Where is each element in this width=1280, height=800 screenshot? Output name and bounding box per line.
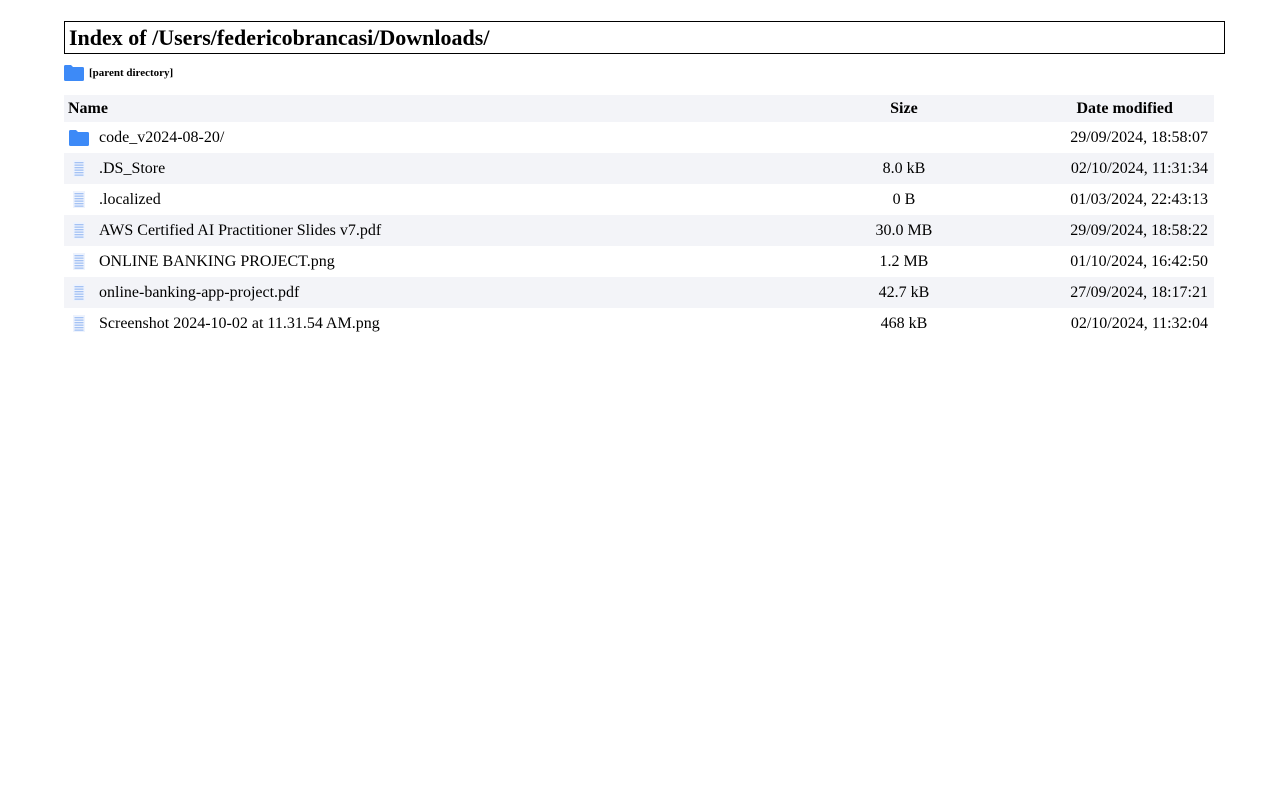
column-header-name[interactable]: Name: [64, 95, 786, 122]
table-row: online-banking-app-project.pdf 42.7 kB 27/…: [64, 277, 1214, 308]
directory-listing-page: Index of /Users/federicobrancasi/Downloa…: [0, 0, 1280, 800]
table-row: .localized 0 B 01/03/2024, 22:43:13: [64, 184, 1214, 215]
folder-icon: [68, 122, 90, 153]
folder-icon: [64, 64, 84, 82]
date-cell: 02/10/2024, 11:32:04: [1070, 315, 1208, 332]
size-cell: 1.2 MB: [879, 253, 929, 270]
file-icon: [68, 277, 90, 308]
size-cell: 8.0 kB: [882, 160, 926, 177]
table-row: .DS_Store 8.0 kB 02/10/2024, 11:31:34: [64, 153, 1214, 184]
name-cell: .DS_Store: [64, 153, 786, 184]
column-header-size[interactable]: Size: [786, 95, 1021, 122]
size-cell: 30.0 MB: [875, 222, 933, 239]
name-cell: code_v2024-08-20/: [64, 122, 786, 153]
file-table: Name Size Date modified code_v2024-08-20…: [64, 95, 1214, 339]
file-link[interactable]: .DS_Store: [99, 153, 165, 184]
file-icon: [68, 215, 90, 246]
file-icon: [68, 308, 90, 339]
date-cell: 29/09/2024, 18:58:07: [1070, 129, 1208, 146]
size-cell: 42.7 kB: [878, 284, 930, 301]
table-row: code_v2024-08-20/29/09/2024, 18:58:07: [64, 122, 1214, 153]
file-icon: [68, 246, 90, 277]
size-cell: 468 kB: [880, 315, 928, 332]
name-cell: AWS Certified AI Practitioner Slides v7.…: [64, 215, 786, 246]
size-cell: 0 B: [892, 191, 916, 208]
file-icon: [68, 153, 90, 184]
file-icon: [68, 184, 90, 215]
name-cell: Screenshot 2024-10-02 at 11.31.54 AM.png: [64, 308, 786, 339]
date-cell: 27/09/2024, 18:17:21: [1070, 284, 1208, 301]
date-cell: 29/09/2024, 18:58:22: [1070, 222, 1208, 239]
parent-directory-link[interactable]: [parent directory]: [64, 64, 173, 82]
file-link[interactable]: .localized: [99, 184, 161, 215]
file-link[interactable]: Screenshot 2024-10-02 at 11.31.54 AM.png: [99, 308, 380, 339]
table-header-row: Name Size Date modified: [64, 95, 1214, 122]
table-row: AWS Certified AI Practitioner Slides v7.…: [64, 215, 1214, 246]
file-link[interactable]: online-banking-app-project.pdf: [99, 277, 299, 308]
table-row: Screenshot 2024-10-02 at 11.31.54 AM.png…: [64, 308, 1214, 339]
column-header-date[interactable]: Date modified: [1021, 95, 1214, 122]
file-list: code_v2024-08-20/29/09/2024, 18:58:07 .DS…: [64, 122, 1214, 339]
date-cell: 01/03/2024, 22:43:13: [1070, 191, 1208, 208]
page-title: Index of /Users/federicobrancasi/Downloa…: [69, 25, 490, 50]
page-header: Index of /Users/federicobrancasi/Downloa…: [64, 21, 1225, 54]
table-row: ONLINE BANKING PROJECT.png 1.2 MB 01/10/20…: [64, 246, 1214, 277]
name-cell: .localized: [64, 184, 786, 215]
size-cell: [786, 122, 1021, 153]
name-cell: online-banking-app-project.pdf: [64, 277, 786, 308]
file-link[interactable]: ONLINE BANKING PROJECT.png: [99, 246, 335, 277]
date-cell: 01/10/2024, 16:42:50: [1070, 253, 1208, 270]
date-cell: 02/10/2024, 11:31:34: [1070, 160, 1208, 177]
file-link[interactable]: code_v2024-08-20/: [99, 122, 224, 153]
name-cell: ONLINE BANKING PROJECT.png: [64, 246, 786, 277]
file-link[interactable]: AWS Certified AI Practitioner Slides v7.…: [99, 215, 381, 246]
parent-directory-label: [parent directory]: [89, 67, 174, 79]
